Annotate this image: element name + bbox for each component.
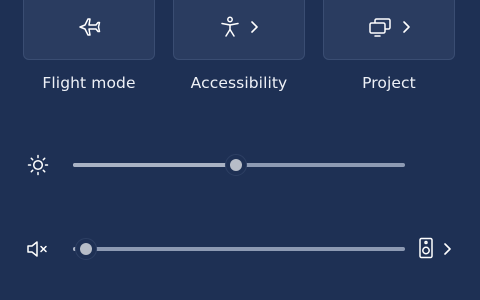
airplane-icon [77,16,101,38]
chevron-right-icon [402,20,411,34]
volume-slider-thumb[interactable] [75,238,98,260]
accessibility-icon [220,16,240,38]
sun-icon [26,154,50,176]
volume-row [0,234,480,264]
brightness-slider-fill [73,163,236,167]
speaker-muted-icon[interactable] [26,238,50,260]
project-display-icon [368,17,392,37]
accessibility-tile[interactable] [173,0,305,60]
chevron-right-icon [443,241,452,260]
volume-slider[interactable] [73,238,405,260]
brightness-slider[interactable] [73,154,405,176]
audio-output-button[interactable] [418,237,460,263]
brightness-row [0,150,480,180]
project-label: Project [362,74,416,92]
flight-mode-label: Flight mode [42,74,136,92]
accessibility-label: Accessibility [190,74,288,92]
brightness-slider-thumb[interactable] [224,154,247,176]
project-tile[interactable] [323,0,455,60]
chevron-right-icon [250,20,259,34]
flight-mode-tile[interactable] [23,0,155,60]
speaker-device-icon [418,237,434,263]
